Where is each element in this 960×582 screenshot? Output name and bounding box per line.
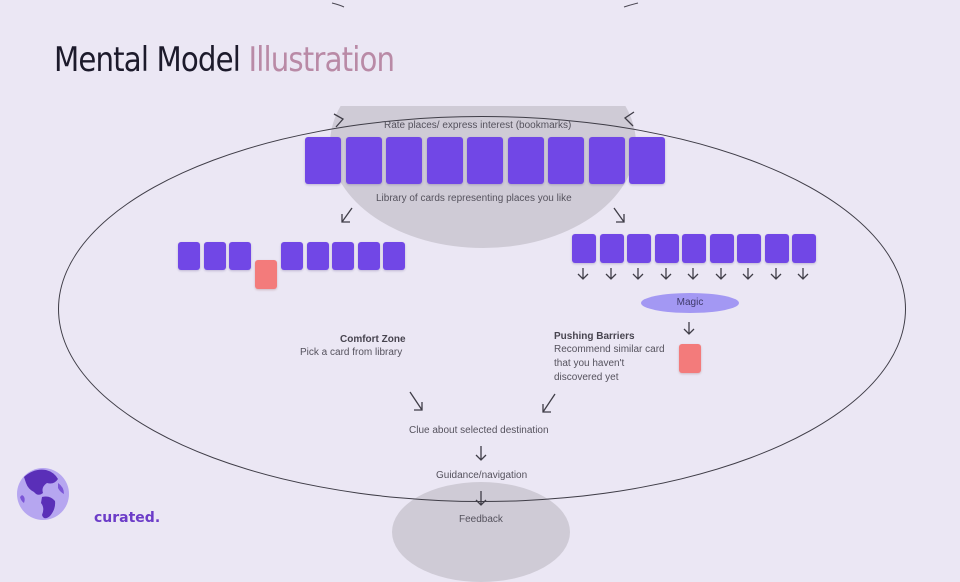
down-arrow-icon: [770, 268, 781, 280]
pushing-barriers-heading: Pushing Barriers: [554, 331, 635, 342]
down-arrow-icon: [687, 268, 699, 280]
place-card: [345, 137, 382, 184]
pushing-barriers-line: discovered yet: [554, 372, 619, 383]
place-card: [548, 137, 584, 184]
left-card-row-a: [178, 242, 251, 270]
arrow-to-right-branch: [613, 207, 625, 223]
place-card: [178, 242, 200, 270]
pushing-barriers-line: that you haven't: [554, 358, 625, 369]
brand-name: curated.: [94, 510, 161, 526]
left-card-row-b: [281, 242, 405, 270]
pushing-barriers-line: Recommend similar card: [554, 344, 665, 355]
place-card: [709, 234, 734, 263]
place-card: [737, 234, 761, 263]
magic-down-arrow: [683, 322, 695, 335]
down-arrow-icon: [632, 268, 644, 280]
place-card: [588, 137, 625, 184]
arrow-to-left-branch: [341, 207, 353, 223]
down-arrow-icon: [715, 268, 726, 280]
place-card: [572, 234, 596, 263]
arrow-clue-to-guidance: [475, 446, 487, 461]
comfort-zone-heading: Comfort Zone: [340, 334, 406, 345]
place-card: [332, 242, 354, 270]
place-card: [507, 137, 544, 184]
magic-ellipse: Magic: [641, 293, 739, 313]
place-card: [629, 137, 665, 184]
down-arrow-icon: [605, 268, 616, 280]
arrow-comfort-to-clue: [409, 391, 423, 411]
recommended-card: [679, 344, 701, 373]
down-arrow-icon: [742, 268, 754, 280]
place-card: [467, 137, 503, 184]
comfort-zone-text: Pick a card from library: [300, 347, 403, 358]
title-main: Mental Model: [54, 40, 241, 80]
right-card-row: [572, 234, 816, 263]
library-card-row: [305, 137, 665, 184]
selected-card: [255, 260, 277, 289]
place-card: [792, 234, 816, 263]
clue-label: Clue about selected destination: [409, 425, 549, 436]
place-card: [229, 242, 251, 270]
down-arrow-icon: [577, 268, 589, 280]
rate-places-label: Rate places/ express interest (bookmarks…: [384, 120, 572, 131]
place-card: [627, 234, 651, 263]
place-card: [599, 234, 624, 263]
place-card: [357, 242, 380, 270]
down-arrow-icon: [797, 268, 809, 280]
library-label: Library of cards representing places you…: [376, 193, 572, 204]
place-card: [383, 242, 405, 270]
place-card: [426, 137, 463, 184]
place-card: [306, 242, 329, 270]
place-card: [305, 137, 341, 184]
place-card: [764, 234, 789, 263]
place-card: [654, 234, 679, 263]
place-card: [386, 137, 422, 184]
top-decoration: [331, 2, 639, 8]
pushing-barriers-text: Recommend similar card that you haven't …: [554, 343, 665, 385]
title-accent: Illustration: [248, 40, 395, 80]
page-title: Mental Model Illustration: [54, 40, 395, 80]
place-card: [682, 234, 706, 263]
down-arrow-icon: [660, 268, 671, 280]
feedback-label: Feedback: [459, 514, 503, 525]
place-card: [203, 242, 226, 270]
place-card: [281, 242, 303, 270]
guidance-label: Guidance/navigation: [436, 470, 528, 481]
globe-logo: [17, 468, 69, 520]
arrow-barriers-to-clue: [542, 393, 556, 413]
right-down-arrow-row: [576, 266, 810, 282]
arrow-guidance-to-feedback: [475, 491, 487, 506]
